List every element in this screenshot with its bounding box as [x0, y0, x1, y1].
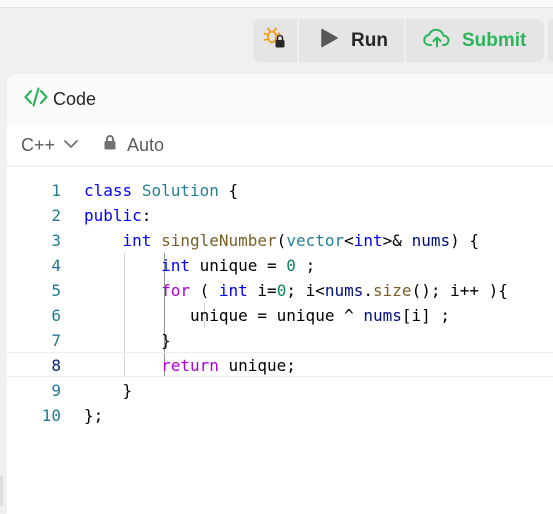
code-line: 7 }	[7, 328, 553, 353]
code-line: 1 class Solution {	[7, 178, 553, 203]
code-text: return unique;	[161, 356, 296, 375]
submit-button[interactable]: Submit	[406, 19, 544, 62]
code-line: 4 int unique = 0 ;	[7, 253, 553, 278]
code-text: for ( int i=0; i<nums.size(); i++ ){	[161, 281, 508, 300]
debug-button[interactable]	[253, 19, 297, 62]
code-line-active: 8 return unique;	[7, 352, 553, 377]
editor-toolbar: C++ Auto	[7, 124, 553, 167]
left-scroll-edge	[0, 476, 3, 506]
code-line: 2 public:	[7, 203, 553, 228]
code-line: 9 }	[7, 378, 553, 403]
code-text: };	[84, 406, 104, 425]
code-icon	[23, 86, 49, 113]
auto-mode-toggle[interactable]: Auto	[127, 135, 164, 156]
bug-lock-icon	[263, 26, 287, 55]
line-number: 10	[41, 406, 61, 425]
code-line: 5 for ( int i=0; i<nums.size(); i++ ){	[7, 278, 553, 303]
next-panel-edge	[548, 19, 553, 62]
play-icon	[319, 27, 339, 54]
language-select[interactable]: C++	[21, 135, 55, 156]
line-number: 1	[51, 181, 61, 200]
line-number: 3	[51, 231, 61, 250]
submit-label: Submit	[462, 29, 527, 51]
line-number: 9	[51, 381, 61, 400]
chevron-down-icon[interactable]	[63, 137, 79, 155]
line-number: 8	[51, 356, 61, 375]
code-line: 3 int singleNumber(vector<int>& nums) {	[7, 228, 553, 253]
line-number: 2	[51, 206, 61, 225]
editor-action-bar: Run Submit	[0, 0, 553, 74]
code-text: unique = unique ^ nums[i] ;	[84, 306, 451, 325]
code-panel: Code C++ Auto 1 class Solution { 2 publi…	[7, 74, 553, 514]
code-editor[interactable]: 1 class Solution { 2 public: 3 int singl…	[7, 168, 553, 514]
line-number: 6	[51, 306, 61, 325]
line-number: 4	[51, 256, 61, 275]
code-line: 6 unique = unique ^ nums[i] ;	[7, 303, 553, 328]
code-text: }	[84, 381, 133, 400]
code-text: public:	[84, 206, 152, 225]
code-text: int singleNumber(vector<int>& nums) {	[122, 231, 479, 250]
code-panel-title: Code	[53, 88, 97, 109]
code-line: 10 };	[7, 403, 553, 428]
run-label: Run	[351, 29, 388, 51]
run-button[interactable]: Run	[299, 19, 404, 62]
lock-icon	[103, 134, 117, 155]
window-top-edge	[0, 0, 553, 8]
code-text: }	[84, 331, 171, 350]
code-panel-header: Code	[7, 74, 553, 124]
line-number: 5	[51, 281, 61, 300]
code-text: int unique = 0 ;	[161, 256, 316, 275]
line-number: 7	[51, 331, 61, 350]
cloud-upload-icon	[423, 27, 451, 54]
code-text: class Solution {	[84, 181, 239, 200]
